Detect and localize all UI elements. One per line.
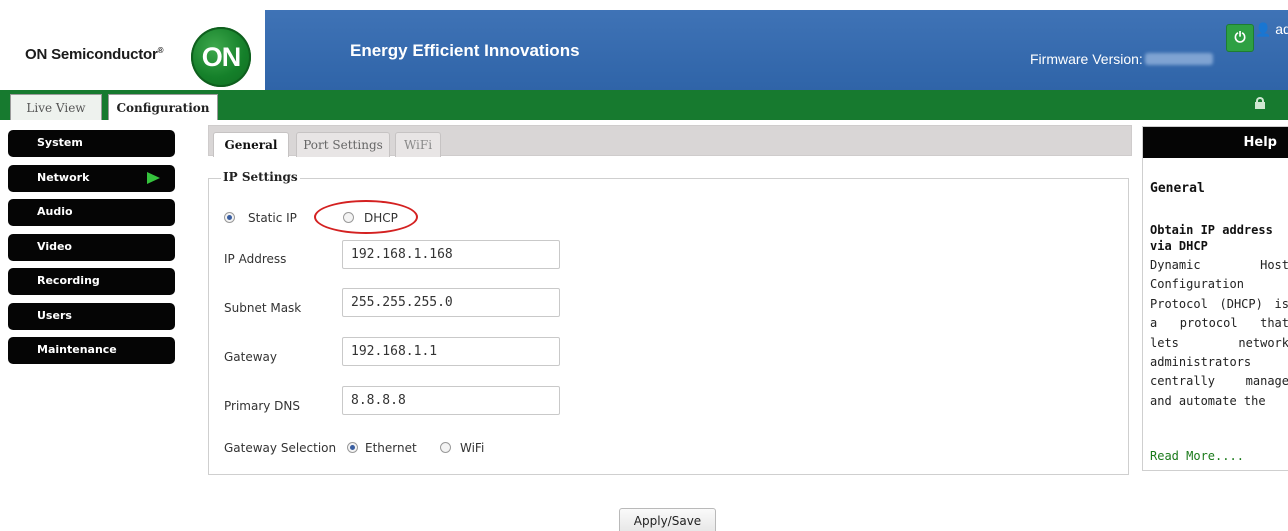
- gateway-ethernet-radio[interactable]: [347, 442, 358, 453]
- power-icon: ⏻: [1234, 30, 1246, 46]
- main-tab-bar: Live View Configuration: [0, 90, 1288, 120]
- help-body: Dynamic Host Configuration Protocol (DHC…: [1150, 258, 1288, 408]
- tab-configuration[interactable]: Configuration: [108, 94, 218, 120]
- sidebar-item-network[interactable]: Network: [8, 164, 175, 192]
- firmware-value-redacted: [1144, 53, 1213, 65]
- tab-wifi[interactable]: WiFi: [395, 132, 441, 157]
- help-panel: Help General Obtain IP address via DHCP …: [1142, 126, 1288, 471]
- lock-icon[interactable]: [1255, 97, 1265, 109]
- sidebar-item-label: System: [37, 136, 83, 149]
- help-read-more-link[interactable]: Read More....: [1150, 449, 1244, 463]
- on-logo: ON: [191, 27, 251, 87]
- active-arrow-icon: [147, 171, 160, 184]
- subnet-mask-input[interactable]: [342, 288, 560, 317]
- tab-port-settings[interactable]: Port Settings: [296, 132, 390, 157]
- sidebar-item-label: Audio: [37, 205, 73, 218]
- sidebar: System Network Audio Video Recording Use…: [8, 130, 175, 372]
- firmware-version: Firmware Version:: [1030, 51, 1213, 67]
- static-ip-radio[interactable]: [224, 212, 235, 223]
- sidebar-item-recording[interactable]: Recording: [8, 268, 175, 295]
- header: ON Semiconductor® ON Energy Efficient In…: [0, 0, 1288, 90]
- sidebar-item-system[interactable]: System: [8, 130, 175, 157]
- username[interactable]: admin: [1275, 21, 1288, 37]
- tab-live-view[interactable]: Live View: [10, 94, 102, 120]
- content-tab-bar: General Port Settings WiFi: [208, 125, 1132, 157]
- sidebar-item-label: Video: [37, 239, 72, 253]
- ip-settings-legend: IP Settings: [221, 170, 300, 184]
- sidebar-item-label: Maintenance: [37, 343, 117, 356]
- help-header: Help: [1143, 127, 1288, 158]
- page: ON Semiconductor® ON Energy Efficient In…: [0, 0, 1288, 531]
- dhcp-highlight-annotation: [314, 200, 418, 234]
- brand-name: ON Semiconductor®: [25, 46, 164, 63]
- sidebar-item-label: Recording: [37, 274, 100, 287]
- subnet-mask-label: Subnet Mask: [224, 301, 302, 315]
- registered-mark: ®: [157, 46, 164, 55]
- sidebar-item-audio[interactable]: Audio: [8, 199, 175, 226]
- sidebar-item-label: Network: [37, 170, 90, 184]
- brand-area: ON Semiconductor® ON: [0, 10, 265, 90]
- help-subtitle: Obtain IP address via DHCP: [1150, 223, 1273, 253]
- gateway-wifi-radio[interactable]: [440, 442, 451, 453]
- power-button[interactable]: ⏻: [1226, 24, 1254, 52]
- tab-general[interactable]: General: [213, 132, 289, 157]
- logo-text: ON: [201, 41, 241, 72]
- user-info: 👤admin: [1255, 21, 1288, 38]
- gateway-selection-label: Gateway Selection: [224, 441, 337, 455]
- tagline: Energy Efficient Innovations: [350, 41, 580, 60]
- brand-text: ON Semiconductor: [25, 46, 158, 63]
- primary-dns-input[interactable]: [342, 386, 560, 415]
- sidebar-item-users[interactable]: Users: [8, 302, 175, 330]
- sidebar-item-video[interactable]: Video: [8, 233, 175, 261]
- sidebar-item-maintenance[interactable]: Maintenance: [8, 337, 175, 364]
- ip-address-label: IP Address: [224, 252, 287, 266]
- primary-dns-label: Primary DNS: [224, 399, 301, 413]
- static-ip-label[interactable]: Static IP: [248, 211, 297, 225]
- header-banner: Energy Efficient Innovations 👤admin Firm…: [265, 10, 1288, 90]
- gateway-ethernet-label[interactable]: Ethernet: [365, 441, 417, 455]
- ip-address-input[interactable]: [342, 240, 560, 269]
- sidebar-item-label: Users: [37, 308, 72, 322]
- apply-save-button[interactable]: Apply/Save: [619, 508, 716, 531]
- gateway-wifi-label[interactable]: WiFi: [460, 441, 484, 455]
- gateway-label: Gateway: [224, 350, 278, 364]
- gateway-input[interactable]: [342, 337, 560, 366]
- help-title: General: [1150, 181, 1205, 196]
- firmware-label: Firmware Version:: [1030, 51, 1143, 67]
- user-icon: 👤: [1255, 22, 1272, 37]
